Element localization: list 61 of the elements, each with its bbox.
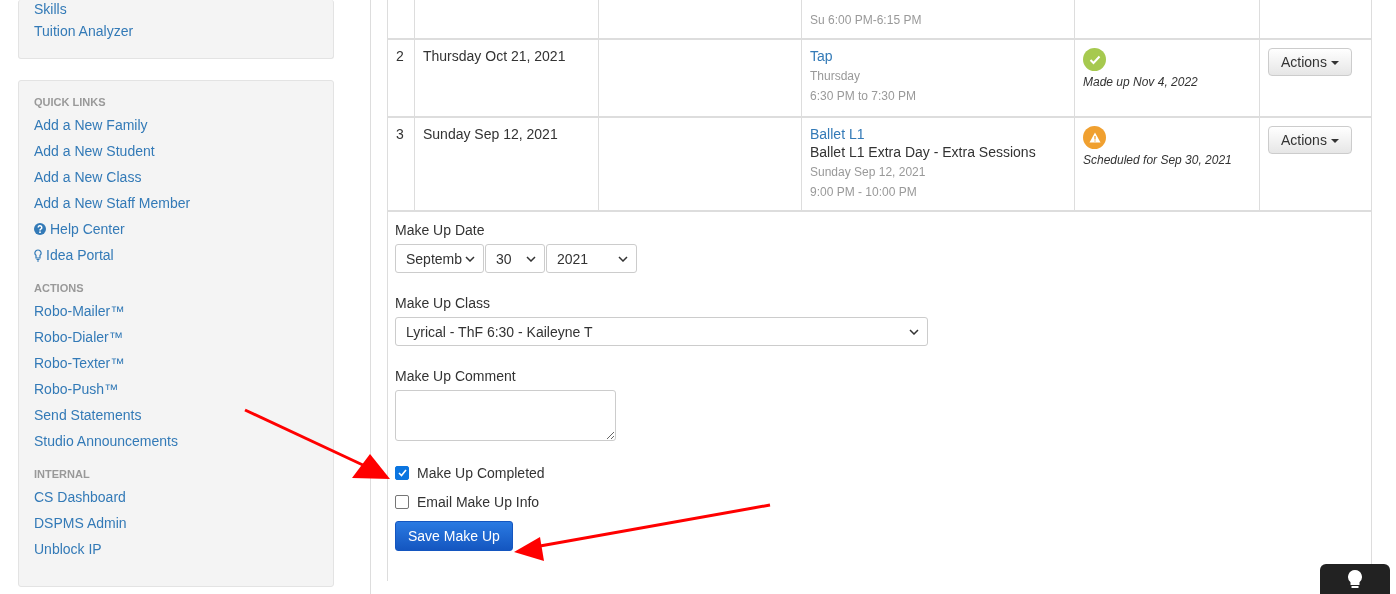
lightbulb-icon xyxy=(34,248,42,262)
lightbulb-icon xyxy=(1347,569,1363,591)
table-cell: Thursday Oct 21, 2021 xyxy=(415,40,599,116)
month-select[interactable]: Septemb xyxy=(395,244,484,273)
sidebar-link[interactable]: Skills xyxy=(34,0,67,18)
year-select[interactable]: 2021 xyxy=(546,244,637,273)
class-link[interactable]: Tap xyxy=(810,48,1066,64)
class-schedule: Su 6:00 PM-6:15 PM xyxy=(810,12,923,29)
sidebar-link[interactable]: Robo-Mailer™ xyxy=(34,298,125,324)
day-select[interactable]: 30 xyxy=(485,244,545,273)
section-heading: INTERNAL xyxy=(34,468,91,480)
warning-icon xyxy=(1083,126,1106,149)
chevron-icon xyxy=(526,255,536,262)
class-schedule: Thursday xyxy=(810,68,862,85)
sidebar-link[interactable]: Add a New Class xyxy=(34,164,142,190)
chevron-icon xyxy=(618,255,628,262)
sidebar-link[interactable]: Robo-Push™ xyxy=(34,376,119,402)
class-detail: Ballet L1 Extra Day - Extra Sessions xyxy=(810,144,1037,160)
field-label: Make Up Class xyxy=(395,295,491,311)
section-heading: QUICK LINKS xyxy=(34,96,107,108)
table-cell: 2 xyxy=(388,40,415,116)
sidebar-link[interactable]: DSPMS Admin xyxy=(34,510,127,536)
checkbox-label: Make Up Completed xyxy=(417,465,545,481)
table-cell: 3 xyxy=(388,118,415,210)
sidebar-link[interactable]: Add a New Student xyxy=(34,138,155,164)
table-cell: Sunday Sep 12, 2021 xyxy=(415,118,599,210)
field-label: Make Up Date xyxy=(395,222,486,238)
class-schedule: 6:30 PM to 7:30 PM xyxy=(810,88,918,105)
sidebar-link[interactable]: Add a New Family xyxy=(34,112,148,138)
sidebar-link[interactable]: Add a New Staff Member xyxy=(34,190,191,216)
checkbox-label: Email Make Up Info xyxy=(417,494,540,510)
class-schedule: 9:00 PM - 10:00 PM xyxy=(810,184,918,201)
sidebar-link[interactable]: Unblock IP xyxy=(34,536,102,562)
status-text: Made up Nov 4, 2022 xyxy=(1083,75,1199,89)
sidebar-link[interactable]: Robo-Dialer™ xyxy=(34,324,123,350)
chevron-icon xyxy=(909,328,919,335)
sidebar-link[interactable]: CS Dashboard xyxy=(34,484,126,510)
caret-icon xyxy=(1330,61,1339,66)
checkbox[interactable] xyxy=(395,466,409,480)
sidebar-link[interactable]: Studio Announcements xyxy=(34,428,178,454)
section-heading: ACTIONS xyxy=(34,282,85,294)
caret-icon xyxy=(1330,139,1339,144)
class-schedule: Sunday Sep 12, 2021 xyxy=(810,164,927,181)
sidebar-link[interactable]: Robo-Texter™ xyxy=(34,350,125,376)
comment-field[interactable] xyxy=(395,390,616,441)
sidebar-link[interactable]: Send Statements xyxy=(34,402,142,428)
sidebar-link[interactable]: Idea Portal xyxy=(34,242,114,268)
sidebar-link[interactable]: Tuition Analyzer xyxy=(34,18,134,44)
field-label: Make Up Comment xyxy=(395,368,517,384)
actions-dropdown-button[interactable]: Actions xyxy=(1268,48,1352,76)
actions-dropdown-button[interactable]: Actions xyxy=(1268,126,1352,154)
help-tab[interactable] xyxy=(1320,564,1390,594)
class-link[interactable]: Ballet L1 xyxy=(810,126,1066,142)
checkmark-icon xyxy=(1083,48,1106,71)
save-button[interactable]: Save Make Up xyxy=(395,521,513,551)
chevron-icon xyxy=(465,255,475,262)
class-select[interactable]: Lyrical - ThF 6:30 - Kaileyne T xyxy=(395,317,928,346)
status-text: Scheduled for Sep 30, 2021 xyxy=(1083,153,1233,167)
help-icon xyxy=(34,223,46,235)
checkbox[interactable] xyxy=(395,495,409,509)
sidebar-link[interactable]: Help Center xyxy=(34,216,125,242)
